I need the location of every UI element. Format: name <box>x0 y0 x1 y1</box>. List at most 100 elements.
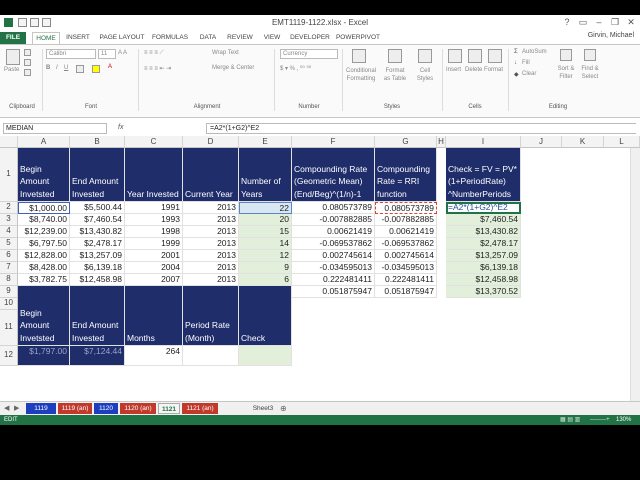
table-cell[interactable]: $7,460.54 <box>70 214 125 226</box>
paste-button[interactable]: Paste <box>4 67 19 73</box>
help-icon[interactable]: ? <box>560 17 574 28</box>
delete-cells-button[interactable]: Delete <box>465 67 482 73</box>
font-size-select[interactable]: 11 <box>98 49 116 59</box>
table-cell[interactable]: $2,478.17 <box>70 238 125 250</box>
insert-cells-button[interactable]: Insert <box>446 67 461 73</box>
format-painter-icon[interactable] <box>24 69 31 76</box>
table-cell[interactable]: 14 <box>239 238 292 250</box>
table-cell[interactable]: 2007 <box>125 274 183 286</box>
table-cell[interactable]: $6,139.18 <box>446 262 521 274</box>
ribbon-display-icon[interactable]: ▭ <box>576 17 590 28</box>
table-cell[interactable]: $12,828.00 <box>18 250 70 262</box>
new-sheet-icon[interactable]: ⊕ <box>280 404 287 413</box>
find-select-button[interactable]: Find & Select <box>578 65 602 81</box>
row-header-12[interactable]: 12 <box>0 346 18 366</box>
column-header-e[interactable]: E <box>239 136 292 148</box>
table-cell[interactable]: 2013 <box>183 274 239 286</box>
column-header-a[interactable]: A <box>18 136 70 148</box>
table-cell[interactable]: $13,430.82 <box>446 226 521 238</box>
column-header-d[interactable]: D <box>183 136 239 148</box>
column-header-i[interactable]: I <box>446 136 521 148</box>
table-cell[interactable]: -0.069537862 <box>292 238 375 250</box>
table-cell[interactable]: $6,797.50 <box>18 238 70 250</box>
table-cell[interactable]: 2013 <box>183 238 239 250</box>
column-header-l[interactable]: L <box>604 136 640 148</box>
table-cell[interactable]: 0.051875947 <box>375 286 437 298</box>
column-header-g[interactable]: G <box>375 136 437 148</box>
tab-scroll-right-icon[interactable]: ▶ <box>14 404 19 412</box>
format-cells-icon[interactable] <box>488 49 502 63</box>
zoom-level[interactable]: 130% <box>616 415 631 425</box>
row-header-1[interactable]: 1 <box>0 148 18 202</box>
table-cell[interactable]: -0.069537862 <box>375 238 437 250</box>
table-cell[interactable]: 0.080573789 <box>292 202 375 214</box>
format-cells-button[interactable]: Format <box>484 67 503 73</box>
conditional-formatting-button[interactable]: Conditional Formatting <box>346 67 376 83</box>
align-left-icons[interactable]: ≡ ≡ ≡ ⇤ ⇥ <box>144 65 171 72</box>
table-cell[interactable]: 20 <box>239 214 292 226</box>
table-cell[interactable]: $13,370.52 <box>446 286 521 298</box>
align-top-icons[interactable]: ≡ ≡ ≡ ⟋ <box>144 50 164 57</box>
column-header-j[interactable]: J <box>521 136 562 148</box>
column-header-b[interactable]: B <box>70 136 125 148</box>
table-cell[interactable]: 0.00621419 <box>292 226 375 238</box>
table-cell[interactable]: 0.002745614 <box>375 250 437 262</box>
tab-insert[interactable]: INSERT <box>64 32 92 44</box>
table-cell[interactable]: 0.00621419 <box>375 226 437 238</box>
column-header-k[interactable]: K <box>562 136 604 148</box>
table-cell[interactable]: 9 <box>239 262 292 274</box>
tab-data[interactable]: DATA <box>194 32 222 44</box>
table-cell[interactable]: 0.002745614 <box>292 250 375 262</box>
table-cell[interactable]: $1,000.00 <box>18 202 70 214</box>
fill-color-icon[interactable] <box>92 65 100 73</box>
tab-powerpivot[interactable]: POWERPIVOT <box>334 32 382 44</box>
sheet-tab-sheet3[interactable]: Sheet3 <box>246 403 280 414</box>
sheet-tab-1119-an[interactable]: 1119 (an) <box>58 403 92 414</box>
table-cell[interactable]: 0.051875947 <box>292 286 375 298</box>
table-cell[interactable]: $7,460.54 <box>446 214 521 226</box>
table-cell[interactable]: $12,458.98 <box>70 274 125 286</box>
cut-icon[interactable] <box>24 49 31 56</box>
worksheet-grid[interactable]: A B C D E F G H I J K L 1 2 3 4 5 6 7 8 9 10 11 12 Begin Amount … <box>0 136 640 401</box>
tab-formulas[interactable]: FORMULAS <box>150 32 190 44</box>
column-header-f[interactable]: F <box>292 136 375 148</box>
fill-button[interactable]: Fill <box>522 60 530 66</box>
table-cell[interactable]: $13,430.82 <box>70 226 125 238</box>
table-cell[interactable]: 2001 <box>125 250 183 262</box>
user-name[interactable]: Girvin, Michael <box>588 32 634 39</box>
sheet-tab-1120[interactable]: 1120 <box>94 403 118 414</box>
tab-page-layout[interactable]: PAGE LAYOUT <box>98 32 146 44</box>
table-cell[interactable]: 1993 <box>125 214 183 226</box>
copy-icon[interactable] <box>24 59 31 66</box>
vertical-scrollbar[interactable] <box>630 148 640 401</box>
autosum-button[interactable]: AutoSum <box>522 49 547 55</box>
fx-icon[interactable]: fx <box>118 124 123 131</box>
tab-file[interactable]: FILE <box>0 32 26 44</box>
table-cell[interactable]: $12,239.00 <box>18 226 70 238</box>
table-cell[interactable]: $12,458.98 <box>446 274 521 286</box>
fill-icon[interactable]: ↓ <box>514 60 517 66</box>
sort-filter-icon[interactable] <box>560 49 572 61</box>
clear-icon[interactable]: ◆ <box>514 71 519 78</box>
sort-filter-button[interactable]: Sort & Filter <box>554 65 578 81</box>
number-format-select[interactable]: Currency <box>280 49 338 59</box>
clear-button[interactable]: Clear <box>522 71 536 77</box>
column-header-h[interactable]: H <box>437 136 446 148</box>
cell-styles-button[interactable]: Cell Styles <box>414 67 436 83</box>
tab-scroll-left-icon[interactable]: ◀ <box>4 404 9 412</box>
table-cell[interactable]: 2013 <box>183 262 239 274</box>
table-cell[interactable]: $5,500.44 <box>70 202 125 214</box>
table-cell[interactable]: -0.007882885 <box>375 214 437 226</box>
table-cell[interactable]: 2013 <box>183 250 239 262</box>
table-cell[interactable]: $13,257.09 <box>70 250 125 262</box>
table-cell[interactable]: $13,257.09 <box>446 250 521 262</box>
borders-icon[interactable] <box>76 65 84 73</box>
minimize-icon[interactable]: – <box>592 17 606 28</box>
find-select-icon[interactable] <box>584 49 596 61</box>
table-cell[interactable]: 264 <box>125 346 183 366</box>
formula-input[interactable]: =A2*(1+G2)^E2 <box>206 123 636 134</box>
zoom-slider[interactable]: –───+ <box>590 415 610 425</box>
name-box[interactable]: MEDIAN <box>3 123 107 134</box>
table-cell[interactable]: 12 <box>239 250 292 262</box>
active-cell-i2[interactable]: =A2*(1+G2)^E2 <box>446 202 521 214</box>
